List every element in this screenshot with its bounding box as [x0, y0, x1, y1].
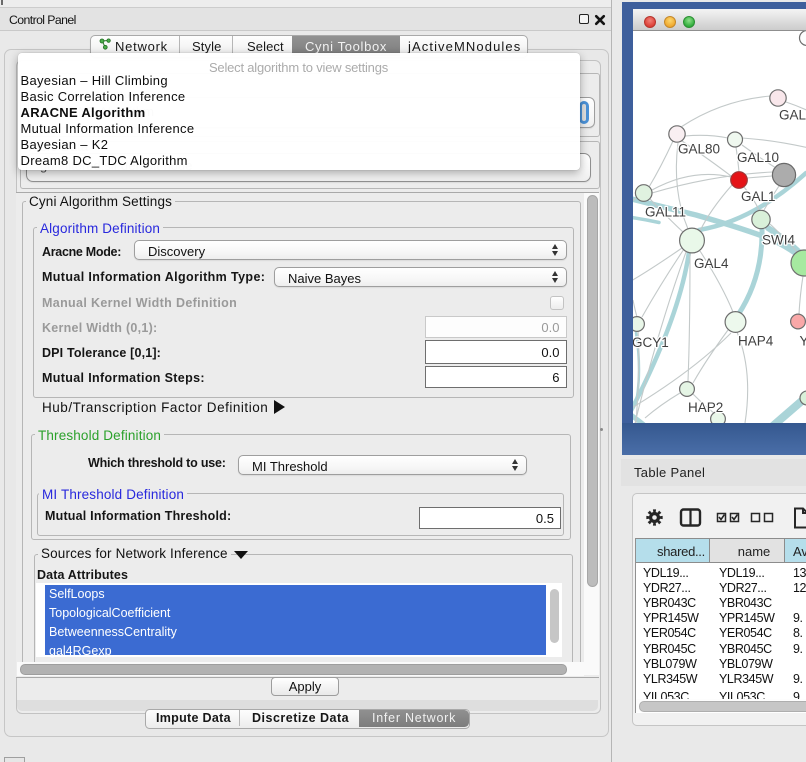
svg-text:GAL11: GAL11: [645, 205, 686, 220]
svg-text:YM: YM: [800, 334, 806, 349]
svg-text:GAL1: GAL1: [741, 189, 776, 204]
svg-text:GAL80: GAL80: [678, 142, 720, 157]
svg-text:GCY1: GCY1: [633, 335, 669, 350]
svg-text:HAP2: HAP2: [688, 400, 723, 415]
svg-text:HAP4: HAP4: [738, 334, 774, 349]
svg-text:SWI4: SWI4: [762, 233, 795, 248]
svg-text:GAL4: GAL4: [694, 256, 729, 271]
svg-text:GAL2: GAL2: [779, 108, 806, 123]
svg-text:GAL10: GAL10: [737, 150, 779, 165]
